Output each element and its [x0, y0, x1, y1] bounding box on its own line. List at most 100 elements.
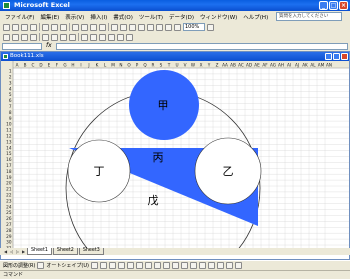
- row-header[interactable]: 9: [9, 116, 12, 121]
- row-header[interactable]: 12: [6, 134, 12, 139]
- 3d-icon[interactable]: [234, 262, 242, 269]
- comma-icon[interactable]: [99, 33, 106, 41]
- row-header[interactable]: 27: [6, 222, 12, 227]
- arrow-style-icon[interactable]: [216, 262, 224, 269]
- column-header[interactable]: W: [191, 63, 195, 68]
- column-header[interactable]: X: [200, 63, 203, 68]
- workbook-restore-button[interactable]: [333, 53, 340, 60]
- menu-data[interactable]: データ(D): [167, 13, 196, 21]
- redo-icon[interactable]: [120, 23, 127, 31]
- row-header[interactable]: 19: [6, 175, 12, 180]
- tab-sheet3[interactable]: Sheet3: [78, 248, 104, 255]
- tab-next-icon[interactable]: ▷: [15, 249, 20, 254]
- rectangle-icon[interactable]: [108, 262, 116, 269]
- column-header[interactable]: AG: [270, 63, 276, 68]
- row-header[interactable]: 14: [6, 145, 12, 150]
- row-header[interactable]: 16: [6, 157, 12, 162]
- print-preview-icon[interactable]: [51, 23, 58, 31]
- formula-input[interactable]: [56, 43, 348, 50]
- function-icon[interactable]: fx: [46, 42, 52, 49]
- column-header[interactable]: T: [167, 63, 171, 68]
- column-header[interactable]: AM: [318, 63, 325, 68]
- worksheet-grid[interactable]: A B C D E F G H I J K L M N O P Q R S T U V W X Y Z AA AB AC AD AE AF AG…: [1, 61, 349, 249]
- zoom-select[interactable]: 100%: [183, 23, 205, 31]
- ask-question-input[interactable]: 質問を入力してください: [276, 12, 342, 21]
- column-header[interactable]: AJ: [295, 63, 299, 68]
- line-style-icon[interactable]: [198, 262, 206, 269]
- column-header[interactable]: J: [87, 63, 89, 68]
- row-header[interactable]: 23: [6, 198, 12, 203]
- column-header[interactable]: N: [119, 63, 122, 68]
- dash-style-icon[interactable]: [207, 262, 215, 269]
- tab-last-icon[interactable]: ▶: [21, 249, 26, 254]
- column-header[interactable]: I: [80, 63, 81, 68]
- open-icon[interactable]: [12, 23, 19, 31]
- menu-edit[interactable]: 編集(E): [38, 13, 61, 21]
- close-button[interactable]: ×: [339, 1, 348, 10]
- fill-color-icon[interactable]: [117, 33, 124, 41]
- column-header[interactable]: AH: [278, 63, 284, 68]
- borders-icon[interactable]: [108, 33, 115, 41]
- cut-icon[interactable]: [72, 23, 79, 31]
- hyperlink-icon[interactable]: [129, 23, 136, 31]
- row-header[interactable]: 30: [6, 240, 12, 245]
- row-header[interactable]: 1: [9, 69, 12, 74]
- bold-icon[interactable]: [12, 33, 19, 41]
- currency-icon[interactable]: [81, 33, 88, 41]
- column-header[interactable]: S: [160, 63, 163, 68]
- column-header[interactable]: B: [24, 63, 27, 68]
- align-left-icon[interactable]: [42, 33, 49, 41]
- row-header[interactable]: 13: [6, 139, 12, 144]
- row-header[interactable]: 17: [6, 163, 12, 168]
- clipart-icon[interactable]: [153, 262, 161, 269]
- wordart-icon[interactable]: [135, 262, 143, 269]
- sort-descending-icon[interactable]: [156, 23, 163, 31]
- row-header[interactable]: 25: [6, 210, 12, 215]
- new-icon[interactable]: [3, 23, 10, 31]
- italic-icon[interactable]: [21, 33, 28, 41]
- menu-format[interactable]: 書式(O): [111, 13, 135, 21]
- column-header[interactable]: AI: [287, 63, 291, 68]
- column-header[interactable]: V: [184, 63, 187, 68]
- underline-icon[interactable]: [30, 33, 37, 41]
- menu-help[interactable]: ヘルプ(H): [241, 13, 270, 21]
- column-header[interactable]: AB: [230, 63, 236, 68]
- permission-icon[interactable]: [30, 23, 37, 31]
- menu-view[interactable]: 表示(V): [63, 13, 86, 21]
- row-header[interactable]: 8: [9, 110, 12, 115]
- column-header[interactable]: U: [175, 63, 178, 68]
- row-header[interactable]: 2: [9, 75, 12, 80]
- column-header[interactable]: E: [48, 63, 51, 68]
- fill-color-icon[interactable]: [171, 262, 179, 269]
- minimize-button[interactable]: _: [319, 1, 328, 10]
- row-header[interactable]: 20: [6, 181, 12, 186]
- column-header[interactable]: AE: [254, 63, 260, 68]
- tab-first-icon[interactable]: ◀: [3, 249, 8, 254]
- column-header[interactable]: AD: [246, 63, 252, 68]
- merge-center-icon[interactable]: [69, 33, 76, 41]
- workbook-minimize-button[interactable]: [325, 53, 332, 60]
- row-header[interactable]: 6: [9, 98, 12, 103]
- align-right-icon[interactable]: [60, 33, 67, 41]
- autoshapes-button[interactable]: オートシェイプ(U): [46, 262, 89, 269]
- align-center-icon[interactable]: [51, 33, 58, 41]
- maximize-button[interactable]: □: [329, 1, 338, 10]
- column-header[interactable]: AA: [222, 63, 228, 68]
- menu-file[interactable]: ファイル(F): [3, 13, 36, 21]
- row-header[interactable]: 18: [6, 169, 12, 174]
- tab-sheet2[interactable]: Sheet2: [52, 248, 78, 255]
- menu-insert[interactable]: 挿入(I): [88, 13, 109, 21]
- column-header[interactable]: AF: [262, 63, 268, 68]
- row-header[interactable]: 5: [9, 92, 12, 97]
- row-header[interactable]: 22: [6, 193, 12, 198]
- picture-icon[interactable]: [162, 262, 170, 269]
- row-header[interactable]: 4: [9, 86, 12, 91]
- row-header[interactable]: 24: [6, 204, 12, 209]
- chart-wizard-icon[interactable]: [165, 23, 172, 31]
- column-header[interactable]: A: [16, 63, 19, 68]
- row-header[interactable]: 29: [6, 234, 12, 239]
- copy-icon[interactable]: [81, 23, 88, 31]
- column-header[interactable]: H: [71, 63, 74, 68]
- name-box[interactable]: [2, 43, 42, 50]
- column-header[interactable]: AL: [310, 63, 316, 68]
